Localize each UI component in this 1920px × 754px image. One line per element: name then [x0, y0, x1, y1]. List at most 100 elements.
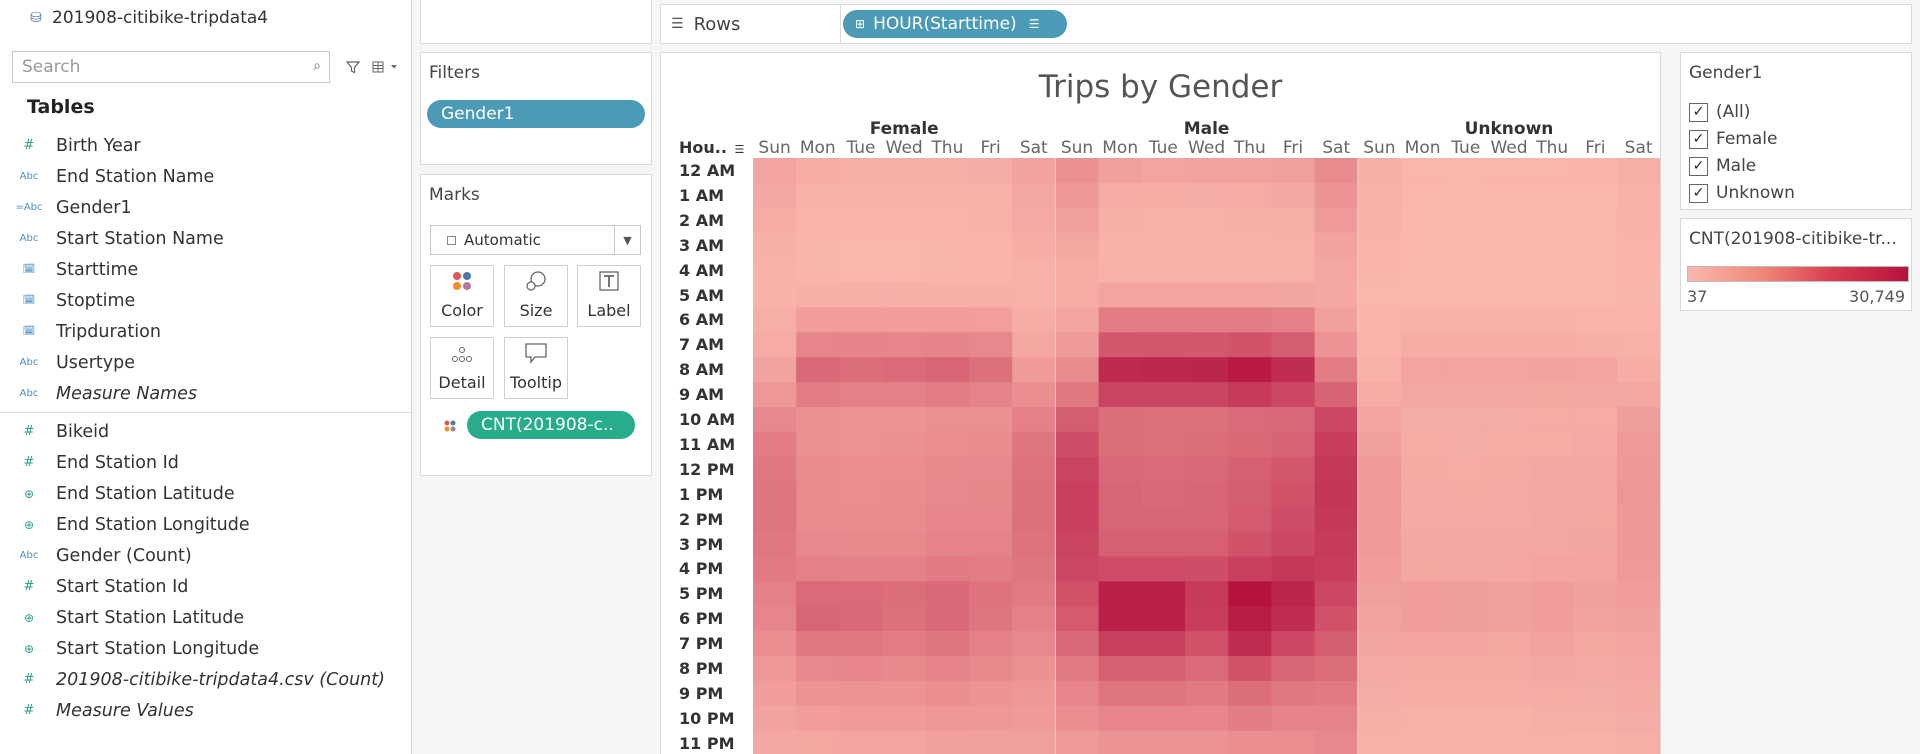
heatmap-cell[interactable] — [1357, 257, 1402, 284]
day-header[interactable]: Thu — [1228, 138, 1271, 158]
heatmap-cell[interactable] — [1185, 282, 1229, 309]
heatmap-cell[interactable] — [1401, 207, 1445, 234]
heatmap-cell[interactable] — [1271, 232, 1316, 259]
heatmap-cell[interactable] — [1055, 232, 1100, 259]
heatmap-cell[interactable] — [1573, 581, 1618, 607]
field-gender1[interactable]: =Abc Gender1 — [0, 192, 411, 223]
heatmap-cell[interactable] — [1487, 158, 1532, 184]
heatmap-cell[interactable] — [1098, 680, 1143, 707]
day-header[interactable]: Sat — [1012, 138, 1055, 158]
heatmap-cell[interactable] — [753, 456, 797, 483]
heatmap-cell[interactable] — [1444, 257, 1488, 284]
heatmap-cell[interactable] — [969, 481, 1013, 508]
heatmap-cell[interactable] — [839, 407, 884, 433]
heatmap-cell[interactable] — [1141, 158, 1186, 184]
heatmap-cell[interactable] — [882, 456, 927, 483]
heatmap-cell[interactable] — [1487, 407, 1532, 433]
heatmap-cell[interactable] — [839, 656, 884, 682]
heatmap-cell[interactable] — [1530, 506, 1575, 533]
heatmap-cell[interactable] — [839, 382, 884, 408]
heatmap-cell[interactable] — [1357, 631, 1402, 657]
heatmap-cell[interactable] — [1228, 357, 1272, 383]
field-starttime[interactable]: 🗓 Starttime — [0, 254, 411, 285]
heatmap-cell[interactable] — [753, 581, 797, 607]
heatmap-cell[interactable] — [1314, 382, 1359, 408]
heatmap-cell[interactable] — [1530, 730, 1575, 754]
heatmap-cell[interactable] — [796, 631, 840, 657]
heatmap-cell[interactable] — [839, 531, 884, 558]
heatmap-cell[interactable] — [1141, 307, 1186, 333]
heatmap-cell[interactable] — [1530, 431, 1575, 458]
heatmap-cell[interactable] — [1185, 431, 1229, 458]
heatmap-cell[interactable] — [1444, 407, 1488, 433]
heatmap-cell[interactable] — [1055, 282, 1100, 309]
heatmap-cell[interactable] — [1314, 182, 1359, 209]
heatmap-cell[interactable] — [969, 531, 1013, 558]
heatmap-cell[interactable] — [1314, 680, 1359, 707]
heatmap-cell[interactable] — [969, 207, 1013, 234]
heatmap-cell[interactable] — [1444, 207, 1488, 234]
hour-label[interactable]: 3 AM — [679, 236, 724, 255]
heatmap-cell[interactable] — [1573, 357, 1618, 383]
heatmap-cell[interactable] — [969, 382, 1013, 408]
heatmap-cell[interactable] — [796, 730, 840, 754]
field-measure-names[interactable]: Abc Measure Names — [0, 378, 411, 409]
heatmap-cell[interactable] — [1573, 631, 1618, 657]
heatmap-cell[interactable] — [1444, 431, 1488, 458]
heatmap-cell[interactable] — [1185, 531, 1229, 558]
heatmap-cell[interactable] — [1617, 456, 1661, 483]
heatmap-cell[interactable] — [969, 606, 1013, 632]
heatmap-cell[interactable] — [1487, 556, 1532, 582]
heatmap-cell[interactable] — [925, 456, 970, 483]
heatmap-cell[interactable] — [1530, 705, 1575, 732]
heatmap-cell[interactable] — [1401, 656, 1445, 682]
heatmap-cell[interactable] — [1573, 705, 1618, 732]
heatmap-cell[interactable] — [1573, 656, 1618, 682]
heatmap-cell[interactable] — [1357, 357, 1402, 383]
heatmap-cell[interactable] — [1141, 680, 1186, 707]
heatmap-cell[interactable] — [1530, 158, 1575, 184]
heatmap-cell[interactable] — [839, 431, 884, 458]
heatmap-cell[interactable] — [1357, 158, 1402, 184]
heatmap-cell[interactable] — [1617, 232, 1661, 259]
heatmap-cell[interactable] — [1617, 631, 1661, 657]
heatmap-cell[interactable] — [882, 481, 927, 508]
heatmap-cell[interactable] — [1012, 456, 1056, 483]
heatmap-cell[interactable] — [1098, 307, 1143, 333]
heatmap-cell[interactable] — [1530, 556, 1575, 582]
day-header[interactable]: Mon — [1401, 138, 1444, 158]
heatmap-cell[interactable] — [1185, 730, 1229, 754]
heatmap-cell[interactable] — [1012, 282, 1056, 309]
heatmap-cell[interactable] — [1530, 531, 1575, 558]
hour-label[interactable]: 12 PM — [679, 460, 734, 479]
heatmap-cell[interactable] — [1444, 481, 1488, 508]
heatmap-cell[interactable] — [1141, 606, 1186, 632]
heatmap-cell[interactable] — [1487, 232, 1532, 259]
heatmap-cell[interactable] — [969, 332, 1013, 358]
heatmap-cell[interactable] — [753, 357, 797, 383]
heatmap-cell[interactable] — [882, 158, 927, 184]
heatmap-cell[interactable] — [1357, 656, 1402, 682]
heatmap-cell[interactable] — [1444, 730, 1488, 754]
heatmap-cell[interactable] — [753, 307, 797, 333]
heatmap-cell[interactable] — [925, 581, 970, 607]
heatmap-cell[interactable] — [1573, 606, 1618, 632]
day-header[interactable]: Mon — [796, 138, 839, 158]
heatmap-cell[interactable] — [1141, 705, 1186, 732]
heatmap-cell[interactable] — [1228, 581, 1272, 607]
datasource-title[interactable]: ⛁ 201908-citibike-tripdata4 — [28, 6, 268, 30]
heatmap-cell[interactable] — [1487, 531, 1532, 558]
heatmap-cell[interactable] — [1141, 207, 1186, 234]
hour-label[interactable]: 3 PM — [679, 535, 723, 554]
detail-button[interactable]: Detail — [430, 337, 494, 399]
hour-label[interactable]: 11 AM — [679, 435, 735, 454]
heatmap-cell[interactable] — [1617, 257, 1661, 284]
heatmap-cell[interactable] — [969, 282, 1013, 309]
heatmap-cell[interactable] — [882, 282, 927, 309]
heatmap-cell[interactable] — [753, 531, 797, 558]
heatmap-cell[interactable] — [1314, 257, 1359, 284]
heatmap-cell[interactable] — [1314, 332, 1359, 358]
heatmap-cell[interactable] — [839, 332, 884, 358]
heatmap-cell[interactable] — [1141, 631, 1186, 657]
heatmap-cell[interactable] — [753, 407, 797, 433]
